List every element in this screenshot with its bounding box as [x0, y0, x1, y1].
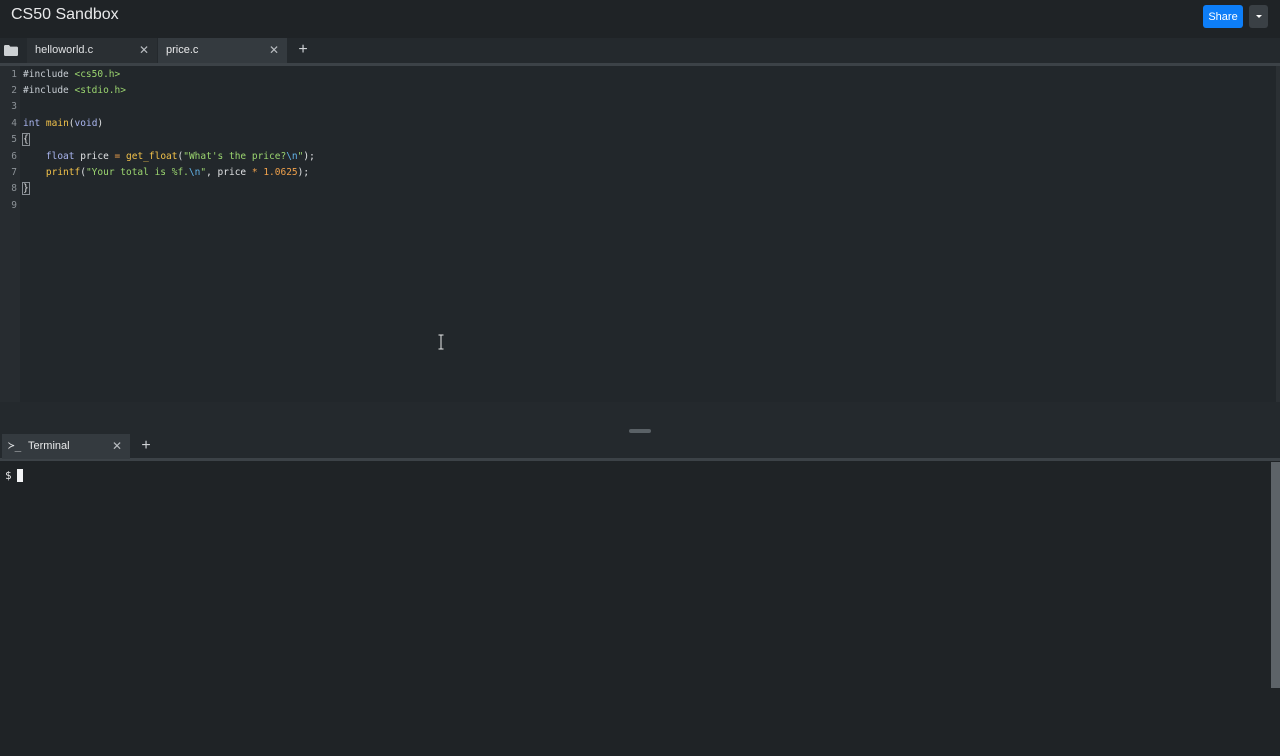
tab-helloworld-c[interactable]: helloworld.c ✕	[27, 38, 157, 63]
terminal-prompt: $	[5, 469, 12, 482]
close-tab-icon[interactable]: ✕	[269, 43, 279, 57]
code-token: <stdio.h>	[68, 85, 126, 96]
tab-price-c[interactable]: price.c ✕	[158, 38, 287, 63]
close-tab-icon[interactable]: ✕	[112, 439, 122, 453]
code-token: \n	[286, 151, 298, 162]
line-number-gutter: 1 2 3 4 5 6 7 8 9	[0, 66, 20, 402]
line-number: 5	[11, 134, 17, 145]
line-number: 1	[11, 69, 17, 80]
line-number: 9	[11, 200, 17, 211]
code-token: printf	[45, 167, 81, 178]
editor-scrollbar[interactable]	[1276, 66, 1280, 402]
code-token: get_float	[126, 151, 178, 162]
code-token: price	[74, 151, 115, 162]
code-token: void	[74, 118, 98, 129]
new-terminal-button[interactable]: +	[139, 437, 153, 455]
code-line: printf("Your total is %f.\n", price * 1.…	[23, 165, 309, 181]
code-line: }	[22, 181, 30, 197]
code-line: {	[22, 132, 30, 148]
code-token: <cs50.h>	[68, 69, 121, 80]
code-token: #include	[23, 85, 69, 96]
code-token: )	[97, 118, 104, 129]
code-text-area[interactable]: #include <cs50.h> #include <stdio.h> int…	[20, 66, 1276, 402]
folder-icon	[4, 45, 18, 56]
new-file-tab-button[interactable]: +	[296, 41, 310, 59]
code-token: "Your total is %f.	[85, 167, 189, 178]
resize-handle[interactable]	[629, 429, 651, 433]
top-bar: CS50 Sandbox	[0, 0, 1280, 37]
line-number: 7	[11, 167, 17, 178]
file-browser-button[interactable]	[0, 38, 22, 63]
matched-brace: }	[22, 182, 30, 195]
code-token: );	[303, 151, 315, 162]
tab-label: Terminal	[28, 440, 70, 452]
close-tab-icon[interactable]: ✕	[139, 43, 149, 57]
terminal-icon: ≻_	[8, 439, 22, 452]
code-token: "What's the price?	[183, 151, 287, 162]
tab-label: price.c	[166, 44, 199, 56]
code-line: float price = get_float("What's the pric…	[23, 149, 315, 165]
code-token: float	[45, 151, 75, 162]
terminal-tab-bar	[0, 434, 1280, 459]
line-number: 6	[11, 151, 17, 162]
code-editor: 1 2 3 4 5 6 7 8 9 #include <cs50.h> #inc…	[0, 66, 1280, 402]
code-token: , price	[206, 167, 252, 178]
terminal-cursor	[17, 469, 23, 482]
code-line: int main(void)	[23, 116, 103, 132]
app-title: CS50 Sandbox	[11, 6, 119, 23]
tab-terminal[interactable]: ≻_ Terminal ✕	[2, 434, 130, 459]
line-number: 8	[11, 183, 17, 194]
terminal-panel[interactable]	[0, 461, 1280, 756]
caret-down-icon	[1255, 15, 1262, 18]
code-token: int	[23, 118, 41, 129]
code-line: #include <cs50.h>	[23, 67, 120, 83]
code-token: );	[297, 167, 310, 178]
tab-label: helloworld.c	[35, 44, 94, 56]
line-number: 4	[11, 118, 17, 129]
code-token: 1.0625	[263, 167, 298, 178]
share-options-button[interactable]	[1249, 5, 1268, 28]
matched-brace: {	[22, 133, 30, 146]
code-token: \n	[188, 167, 201, 178]
code-token: #include	[23, 69, 69, 80]
share-button[interactable]: Share	[1203, 5, 1243, 28]
code-token: main	[45, 118, 69, 129]
code-line: #include <stdio.h>	[23, 83, 126, 99]
line-number: 2	[11, 85, 17, 96]
line-number: 3	[11, 101, 17, 112]
text-cursor-icon	[438, 334, 444, 350]
terminal-scrollbar[interactable]	[1271, 462, 1280, 688]
